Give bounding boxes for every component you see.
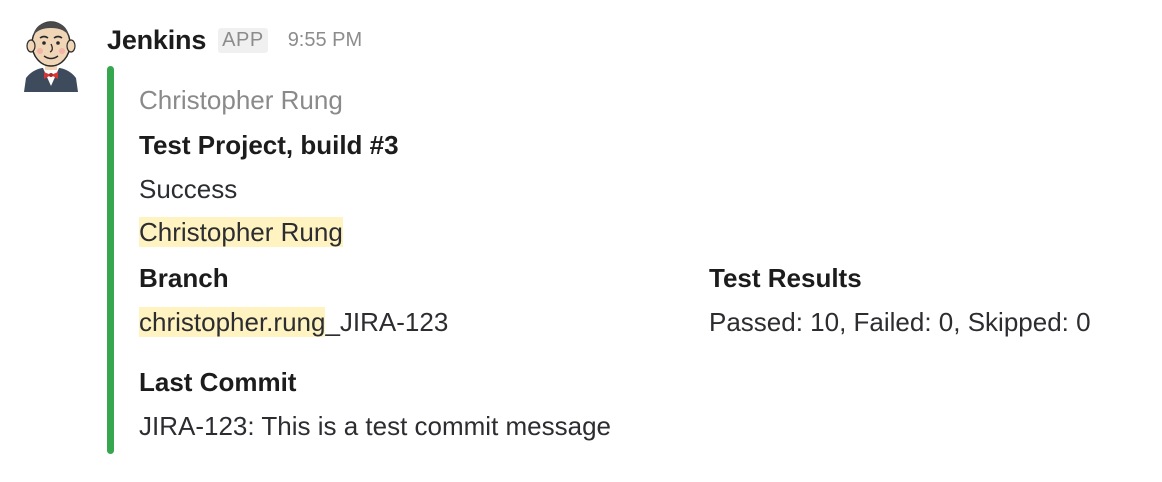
attachment-title: Test Project, build #3 (139, 130, 399, 160)
sender-name[interactable]: Jenkins (107, 25, 206, 56)
message-timestamp[interactable]: 9:55 PM (288, 29, 362, 52)
jenkins-avatar-icon[interactable] (16, 16, 86, 92)
jenkins-butler-icon (24, 21, 78, 92)
test-results-field-value: Passed: 10, Failed: 0, Skipped: 0 (709, 307, 1091, 337)
app-badge: APP (218, 27, 268, 53)
user-mention[interactable]: Christopher Rung (139, 217, 343, 247)
attachment-color-bar (107, 66, 114, 454)
message-header: Jenkins APP 9:55 PM (107, 22, 362, 58)
branch-user-highlight: christopher.rung (139, 307, 326, 337)
last-commit-field-value: JIRA-123: This is a test commit message (139, 411, 612, 441)
branch-suffix: _JIRA-123 (325, 307, 449, 337)
test-results-field-title: Test Results (709, 263, 862, 293)
branch-field-value: christopher.rung_JIRA-123 (139, 302, 448, 342)
build-status: Success (139, 174, 238, 204)
last-commit-field-title: Last Commit (139, 367, 297, 397)
attachment-author: Christopher Rung (139, 85, 343, 115)
user-mention-line: Christopher Rung (139, 212, 343, 252)
chat-message: Jenkins APP 9:55 PM Christopher Rung Tes… (0, 0, 1162, 482)
branch-field-title: Branch (139, 263, 229, 293)
